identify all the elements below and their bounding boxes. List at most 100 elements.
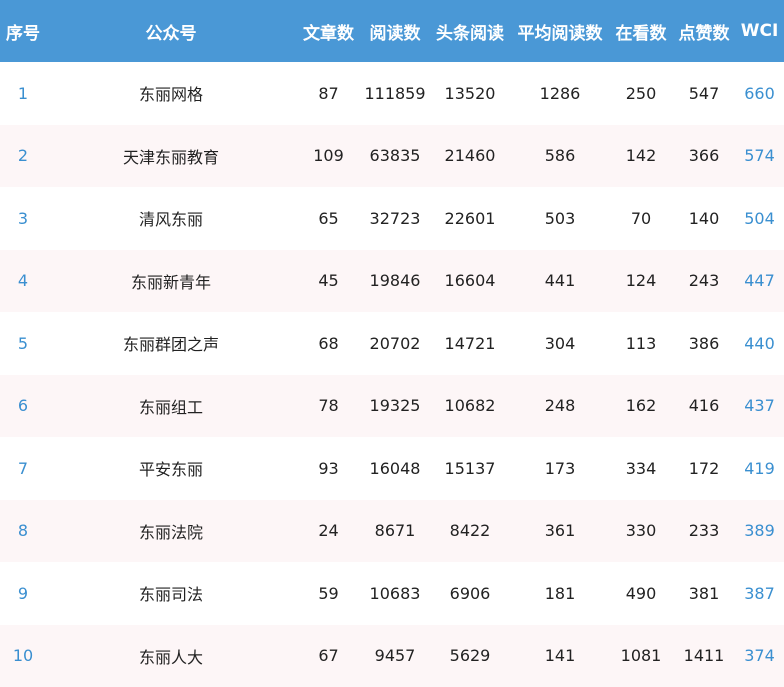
cell-articles: 78 [318,396,339,416]
cell-likes: 1411 [683,646,725,666]
cell-likes: 416 [688,396,720,416]
cell-reads: 63835 [369,146,421,166]
cell-wci: 419 [744,458,775,478]
cell-wci: 574 [744,146,775,166]
cell-reads: 10683 [369,583,421,603]
cell-articles: 67 [318,646,339,666]
cell-account: 东丽新青年 [130,272,211,292]
cell-headline-reads: 5629 [449,646,491,666]
cell-articles: 45 [318,271,339,291]
header-account[interactable]: 公众号 [46,0,296,62]
table-body: 1 东丽网格 87 111859 13520 1286 250 547 660 2 天津东丽教育 10… [0,62,784,687]
cell-likes: 386 [688,333,720,353]
cell-watching: 334 [625,458,657,478]
cell-watching: 162 [625,396,657,416]
table-row[interactable]: 1 东丽网格 87 111859 13520 1286 250 547 660 [0,62,784,125]
table-row[interactable]: 2 天津东丽教育 109 63835 21460 586 142 366 574 [0,124,784,187]
cell-avg-reads: 361 [544,521,576,541]
cell-watching: 124 [625,271,657,291]
cell-account: 东丽法院 [138,522,203,542]
cell-index: 2 [17,146,29,166]
cell-account: 东丽网格 [138,85,203,105]
cell-reads: 9457 [374,646,416,666]
cell-avg-reads: 503 [544,208,576,228]
header-index[interactable]: 序号 [0,0,46,62]
table-row[interactable]: 8 东丽法院 24 8671 8422 361 330 233 389 [0,499,784,562]
table-row[interactable]: 4 东丽新青年 45 19846 16604 441 124 243 447 [0,249,784,312]
cell-reads: 20702 [369,333,421,353]
cell-wci: 440 [744,333,775,353]
cell-likes: 172 [688,458,720,478]
table-row[interactable]: 6 东丽组工 78 19325 10682 248 162 416 437 [0,374,784,437]
cell-index: 4 [17,271,29,291]
cell-wci: 660 [744,83,775,103]
header-likes[interactable]: 点赞数 [673,0,735,62]
cell-wci: 447 [744,271,775,291]
cell-account: 平安东丽 [138,460,203,480]
header-watching[interactable]: 在看数 [609,0,673,62]
cell-articles: 93 [318,458,339,478]
cell-avg-reads: 1286 [539,83,581,103]
header-wci[interactable]: WCI [735,0,784,62]
cell-reads: 19846 [369,271,421,291]
cell-watching: 113 [625,333,657,353]
cell-wci: 387 [744,583,775,603]
header-reads[interactable]: 阅读数 [361,0,429,62]
cell-likes: 547 [688,83,720,103]
cell-likes: 140 [688,208,720,228]
cell-headline-reads: 10682 [444,396,496,416]
cell-avg-reads: 141 [544,646,576,666]
cell-headline-reads: 13520 [444,83,496,103]
cell-avg-reads: 304 [544,333,576,353]
cell-account: 天津东丽教育 [122,147,219,167]
cell-index: 10 [12,646,34,666]
cell-articles: 59 [318,583,339,603]
cell-likes: 381 [688,583,720,603]
cell-index: 6 [17,396,29,416]
cell-headline-reads: 21460 [444,146,496,166]
table-row[interactable]: 7 平安东丽 93 16048 15137 173 334 172 419 [0,437,784,500]
cell-headline-reads: 16604 [444,271,496,291]
cell-reads: 32723 [369,208,421,228]
cell-account: 东丽人大 [138,647,203,667]
cell-likes: 366 [688,146,720,166]
cell-reads: 111859 [364,83,426,103]
cell-index: 9 [17,583,29,603]
cell-watching: 70 [630,208,652,228]
cell-articles: 65 [318,208,339,228]
table-header: 序号 公众号 文章数 阅读数 头条阅读 平均阅读数 在看数 点赞数 WCI [0,0,784,62]
cell-watching: 142 [625,146,657,166]
cell-likes: 243 [688,271,720,291]
cell-headline-reads: 6906 [449,583,491,603]
cell-avg-reads: 248 [544,396,576,416]
header-avg-reads[interactable]: 平均阅读数 [511,0,609,62]
cell-wci: 504 [744,208,775,228]
cell-watching: 490 [625,583,657,603]
cell-articles: 24 [318,521,339,541]
cell-avg-reads: 586 [544,146,576,166]
cell-reads: 8671 [374,521,416,541]
cell-account: 东丽司法 [138,585,203,605]
cell-avg-reads: 181 [544,583,576,603]
cell-headline-reads: 14721 [444,333,496,353]
cell-account: 东丽组工 [138,397,203,417]
cell-headline-reads: 15137 [444,458,496,478]
table-row[interactable]: 3 清风东丽 65 32723 22601 503 70 140 504 [0,187,784,250]
table-row[interactable]: 5 东丽群团之声 68 20702 14721 304 113 386 440 [0,312,784,375]
cell-wci: 389 [744,521,775,541]
cell-account: 东丽群团之声 [122,335,219,355]
cell-index: 5 [17,333,29,353]
cell-headline-reads: 22601 [444,208,496,228]
header-headline-reads[interactable]: 头条阅读 [429,0,511,62]
cell-reads: 19325 [369,396,421,416]
cell-watching: 250 [625,83,657,103]
cell-headline-reads: 8422 [449,521,491,541]
cell-account: 清风东丽 [138,210,203,230]
table-row[interactable]: 10 东丽人大 67 9457 5629 141 1081 1411 374 [0,624,784,687]
cell-index: 3 [17,208,29,228]
table-row[interactable]: 9 东丽司法 59 10683 6906 181 490 381 387 [0,562,784,625]
header-articles[interactable]: 文章数 [296,0,361,62]
cell-likes: 233 [688,521,720,541]
cell-wci: 374 [744,646,775,666]
cell-reads: 16048 [369,458,421,478]
